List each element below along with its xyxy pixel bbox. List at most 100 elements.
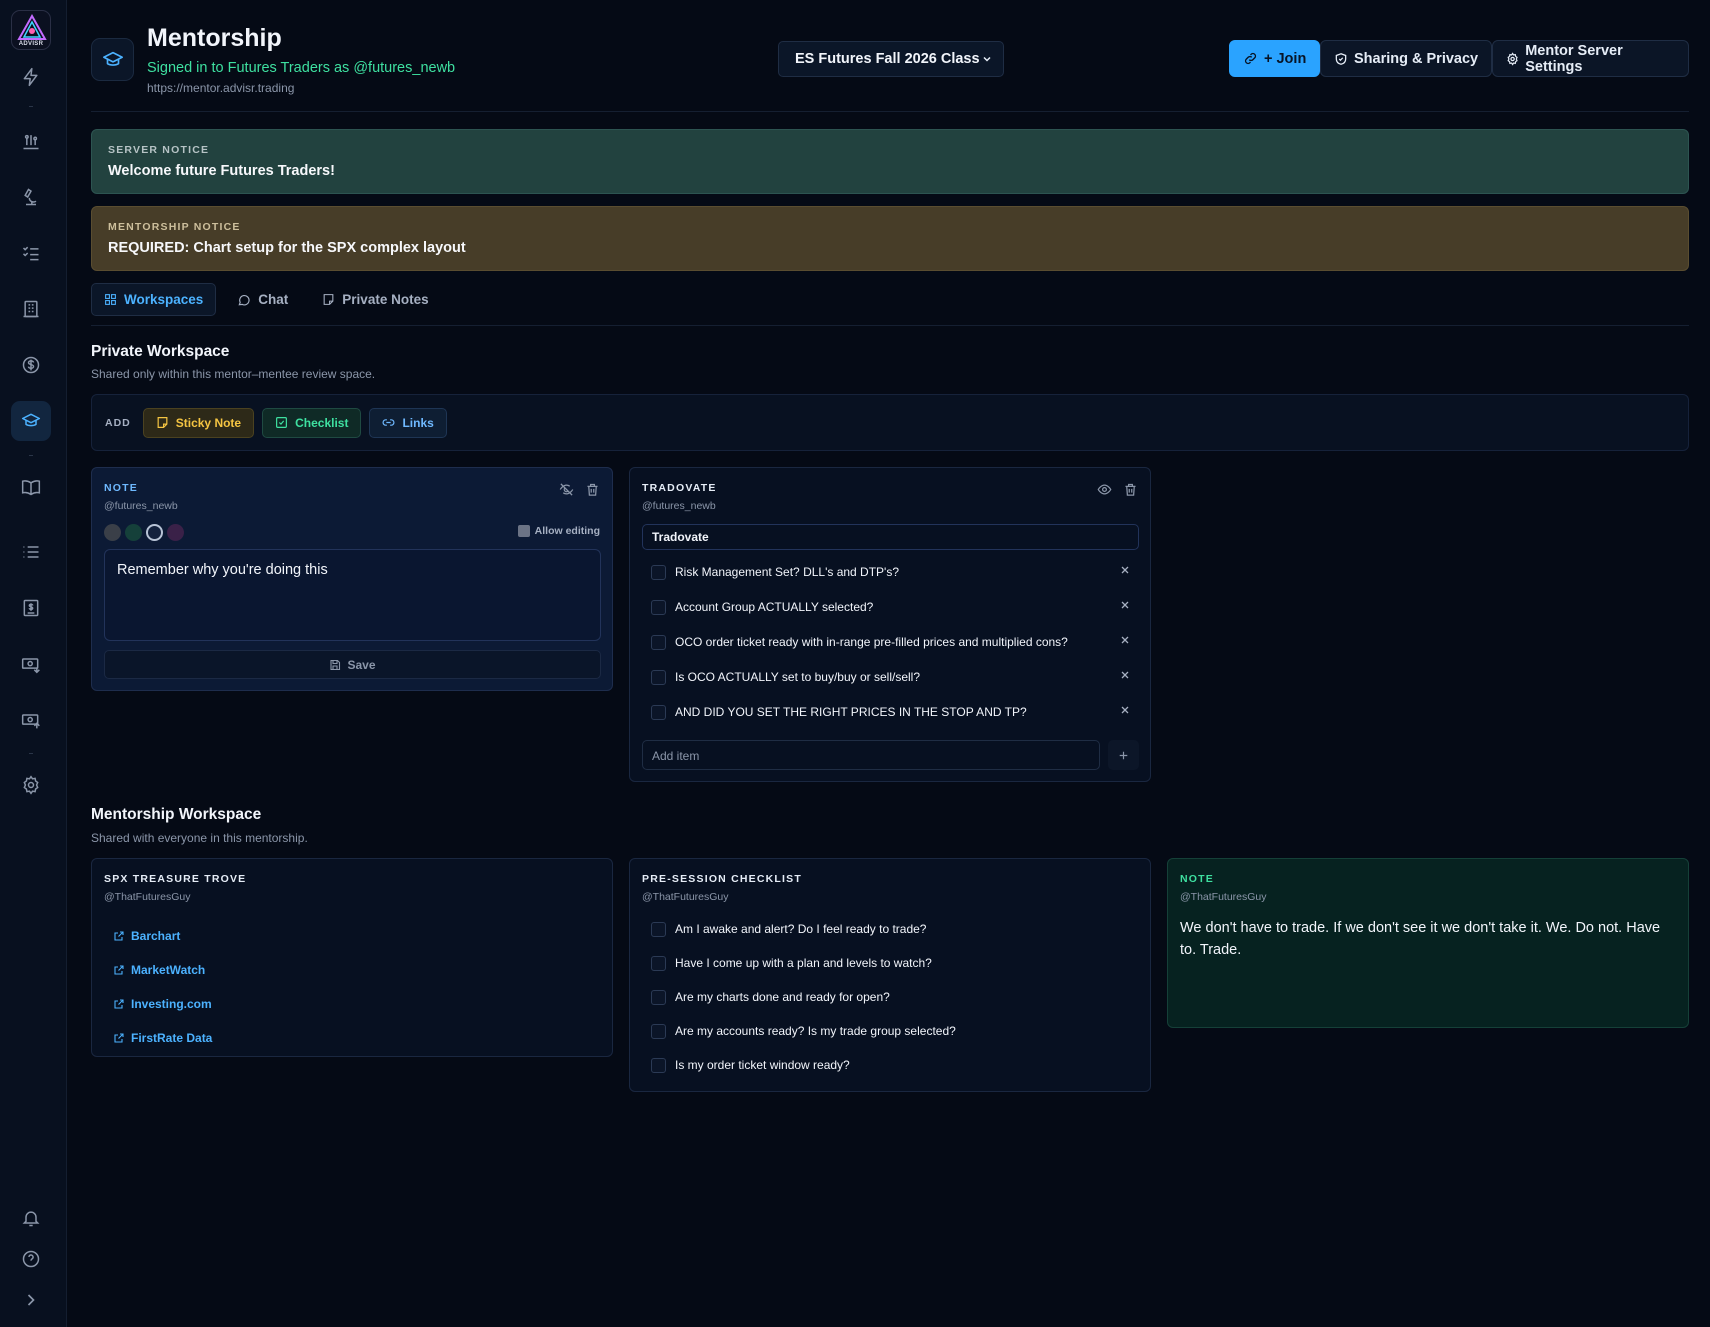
add-sticky-note-label: Sticky Note xyxy=(175,415,242,430)
tab-chat-label: Chat xyxy=(258,292,289,307)
join-label: + Join xyxy=(1264,50,1307,67)
add-links-button[interactable]: Links xyxy=(369,407,447,438)
nav-expand-chevron-icon[interactable] xyxy=(11,1280,51,1320)
class-select[interactable]: ES Futures Fall 2026 Class xyxy=(778,41,1004,77)
tradovate-checklist-card: TRADOVATE @futures_newb Tradovate Risk M… xyxy=(629,467,1151,782)
graduation-cap-icon xyxy=(91,38,134,81)
checklist-item-text: Am I awake and alert? Do I feel ready to… xyxy=(675,922,927,936)
link-item[interactable]: MarketWatch xyxy=(113,963,205,977)
signed-in-status: Signed in to Futures Traders as @futures… xyxy=(147,60,456,76)
save-note-button[interactable]: Save xyxy=(104,650,601,679)
mentor-server-settings-button[interactable]: Mentor Server Settings xyxy=(1492,40,1689,77)
checklist-item-checkbox[interactable] xyxy=(651,1023,666,1039)
pre-session-kicker: PRE-SESSION CHECKLIST xyxy=(642,873,802,885)
nav-bell-icon[interactable] xyxy=(11,1198,51,1238)
eye-icon[interactable] xyxy=(1097,482,1112,497)
nav-book-icon[interactable] xyxy=(11,467,51,507)
checklist-item-text: Are my accounts ready? Is my trade group… xyxy=(675,1024,956,1038)
checklist-item: Have I come up with a plan and levels to… xyxy=(651,953,1131,973)
nav-divider xyxy=(29,106,33,107)
checklist-item-checkbox[interactable] xyxy=(651,634,666,650)
server-url: https://mentor.advisr.trading xyxy=(147,81,295,95)
chat-bubble-icon xyxy=(238,294,250,305)
color-swatch[interactable] xyxy=(104,524,121,541)
links-card-kicker: SPX TREASURE TROVE xyxy=(104,873,247,885)
remove-item-icon[interactable] xyxy=(1119,599,1131,611)
nav-cash-in-icon[interactable] xyxy=(11,644,51,684)
remove-item-icon[interactable] xyxy=(1119,669,1131,681)
checklist-item-text: Is my order ticket window ready? xyxy=(675,1058,850,1072)
checklist-item-checkbox[interactable] xyxy=(651,669,666,685)
checklist-item: Are my charts done and ready for open? xyxy=(651,987,1131,1007)
sharing-privacy-button[interactable]: Sharing & Privacy xyxy=(1320,40,1493,77)
checklist-item-text: Account Group ACTUALLY selected? xyxy=(675,600,874,614)
add-item-button[interactable] xyxy=(1108,740,1139,770)
checklist-item-checkbox[interactable] xyxy=(651,921,666,937)
checklist-title-input[interactable]: Tradovate xyxy=(642,524,1139,550)
color-swatches xyxy=(104,524,184,541)
add-checklist-label: Checklist xyxy=(295,415,349,430)
checklist-item-checkbox[interactable] xyxy=(651,955,666,971)
tab-chat[interactable]: Chat xyxy=(224,283,301,316)
mentor-note-card: NOTE @ThatFuturesGuy We don't have to tr… xyxy=(1167,858,1689,1028)
link-label: Barchart xyxy=(131,929,181,943)
remove-item-icon[interactable] xyxy=(1119,634,1131,646)
server-notice: SERVER NOTICE Welcome future Futures Tra… xyxy=(91,129,1689,194)
gear-icon xyxy=(1507,51,1518,66)
nav-graduation-cap-icon[interactable] xyxy=(11,401,51,441)
nav-list-icon[interactable] xyxy=(11,532,51,572)
link-item[interactable]: Investing.com xyxy=(113,997,212,1011)
link-item[interactable]: FirstRate Data xyxy=(113,1031,212,1045)
color-swatch[interactable] xyxy=(167,524,184,541)
nav-building-icon[interactable] xyxy=(11,289,51,329)
add-item-input[interactable]: Add item xyxy=(642,740,1100,770)
nav-lightning-icon[interactable] xyxy=(11,57,51,97)
pre-session-author: @ThatFuturesGuy xyxy=(642,891,729,903)
remove-item-icon[interactable] xyxy=(1119,704,1131,716)
private-workspace-subtitle: Shared only within this mentor–mentee re… xyxy=(91,367,376,381)
color-swatch-selected[interactable] xyxy=(146,524,163,541)
checklist-item-checkbox[interactable] xyxy=(651,989,666,1005)
tab-bar: Workspaces Chat Private Notes xyxy=(91,283,442,316)
checklist-item-checkbox[interactable] xyxy=(651,1057,666,1073)
nav-help-icon[interactable] xyxy=(11,1239,51,1279)
checklist-item-checkbox[interactable] xyxy=(651,599,666,615)
note-textarea[interactable]: Remember why you're doing this xyxy=(104,549,601,641)
trash-icon[interactable] xyxy=(585,482,600,497)
add-sticky-note-button[interactable]: Sticky Note xyxy=(142,407,255,438)
mentorship-notice-kicker: MENTORSHIP NOTICE xyxy=(108,221,241,233)
tab-private-notes[interactable]: Private Notes xyxy=(309,283,441,316)
tabs-divider xyxy=(91,325,1689,326)
add-checklist-button[interactable]: Checklist xyxy=(262,407,362,438)
nav-cash-out-icon[interactable] xyxy=(11,700,51,740)
save-label: Save xyxy=(347,657,376,672)
app-logo[interactable]: ADVISR xyxy=(11,10,51,50)
tab-workspaces[interactable]: Workspaces xyxy=(91,283,217,316)
join-button[interactable]: + Join xyxy=(1229,40,1321,77)
mentorship-notice: MENTORSHIP NOTICE REQUIRED: Chart setup … xyxy=(91,206,1689,271)
nav-dollar-icon[interactable] xyxy=(11,345,51,385)
checklist-item-text: Is OCO ACTUALLY set to buy/buy or sell/s… xyxy=(675,670,920,684)
link-item[interactable]: Barchart xyxy=(113,929,180,943)
pre-session-checklist-card: PRE-SESSION CHECKLIST @ThatFuturesGuy Am… xyxy=(629,858,1151,1092)
link-label: Investing.com xyxy=(131,997,212,1011)
color-swatch[interactable] xyxy=(125,524,142,541)
checklist-item-text: AND DID YOU SET THE RIGHT PRICES IN THE … xyxy=(675,705,1027,719)
nav-microscope-icon[interactable] xyxy=(11,177,51,217)
nav-settings-icon[interactable] xyxy=(11,765,51,805)
nav-invoice-icon[interactable] xyxy=(11,588,51,628)
mentor-server-settings-label: Mentor Server Settings xyxy=(1525,42,1623,75)
nav-checklist-icon[interactable] xyxy=(11,233,51,273)
mentor-note-text: We don't have to trade. If we don't see … xyxy=(1180,920,1661,958)
allow-editing-toggle[interactable]: Allow editing xyxy=(517,525,600,537)
tradovate-actions xyxy=(1097,482,1138,497)
trash-icon[interactable] xyxy=(1123,482,1138,497)
checklist-item: Account Group ACTUALLY selected? xyxy=(651,597,1131,617)
remove-item-icon[interactable] xyxy=(1119,564,1131,576)
allow-editing-checkbox[interactable] xyxy=(517,525,530,537)
checklist-item-checkbox[interactable] xyxy=(651,564,666,580)
eye-off-icon[interactable] xyxy=(559,482,574,497)
nav-chart-icon[interactable] xyxy=(11,121,51,161)
add-label: ADD xyxy=(105,416,131,429)
checklist-item-checkbox[interactable] xyxy=(651,704,666,720)
